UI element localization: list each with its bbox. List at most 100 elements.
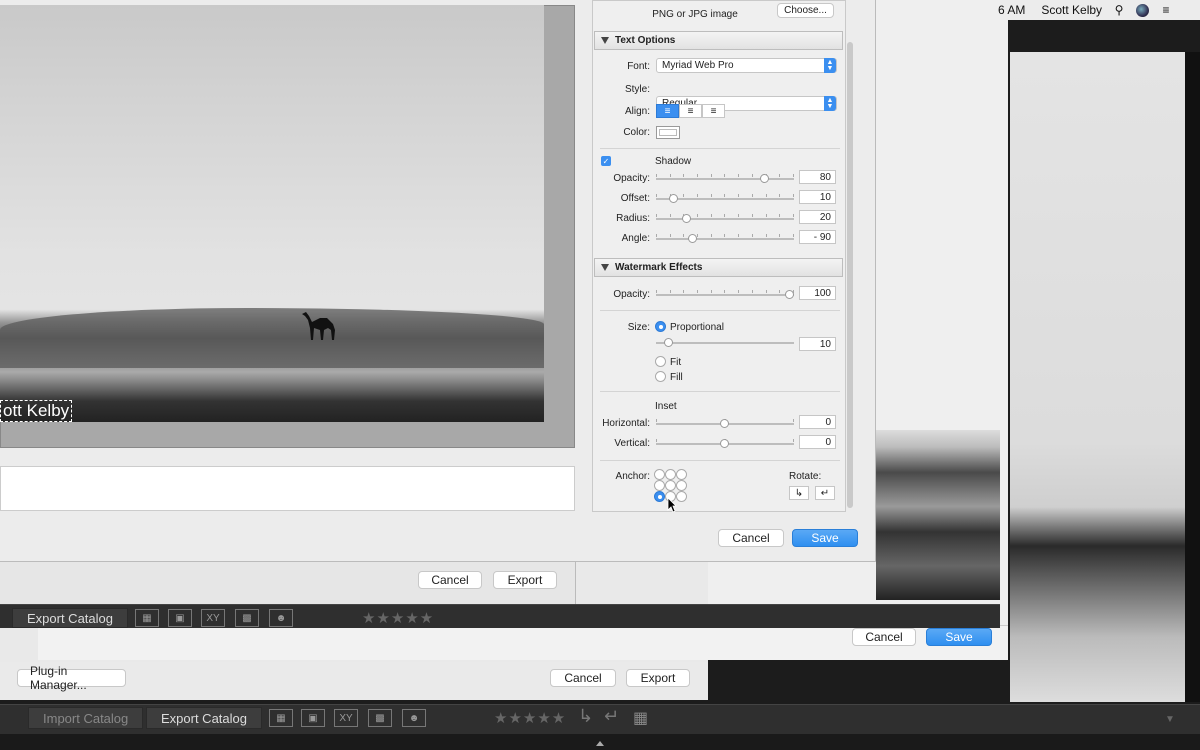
size-label: Size: [627, 322, 650, 333]
watermark-text-input[interactable] [0, 466, 575, 511]
align-right-button[interactable]: ≡ [702, 104, 725, 118]
shadow-radius-value[interactable]: 20 [799, 210, 836, 224]
anchor-top-left[interactable] [654, 469, 665, 480]
divider [600, 148, 840, 149]
vertical-inset-slider[interactable] [656, 439, 794, 448]
horizontal-inset-slider[interactable] [656, 419, 794, 428]
divider [600, 310, 840, 311]
shadow-offset-slider[interactable] [656, 194, 794, 203]
camel-silhouette [302, 312, 335, 340]
list-icon[interactable]: ≡ [1159, 3, 1173, 17]
background-photo [1010, 52, 1185, 702]
effects-opacity-value[interactable]: 100 [799, 286, 836, 300]
horizontal-inset-value[interactable]: 0 [799, 415, 836, 429]
crop-icon[interactable]: ▦ [633, 708, 648, 728]
shadow-opacity-value[interactable]: 80 [799, 170, 836, 184]
panel-scrollbar[interactable] [847, 42, 853, 508]
inner-export-catalog-button[interactable]: Export Catalog [12, 608, 128, 628]
text-options-header[interactable]: Text Options [594, 31, 843, 50]
font-value: Myriad Web Pro [662, 60, 734, 71]
anchor-middle-left[interactable] [654, 480, 665, 491]
rotate-clockwise-button[interactable]: ↵ [815, 486, 835, 500]
shadow-opacity-slider[interactable] [656, 174, 794, 183]
people-view-icon[interactable]: ☻ [402, 709, 426, 727]
rotate-right-icon[interactable]: ↵ [604, 706, 619, 727]
text-color-swatch[interactable] [656, 126, 680, 139]
text-options-title: Text Options [615, 35, 676, 46]
rotate-counterclockwise-button[interactable]: ↳ [789, 486, 809, 500]
shadow-label: Shadow [655, 156, 692, 167]
import-catalog-button[interactable]: Import Catalog [28, 707, 144, 729]
shadow-offset-label: Offset: [620, 193, 650, 204]
shadow-radius-label: Radius: [616, 213, 650, 224]
filmstrip-menu-icon[interactable]: ▼ [1165, 714, 1175, 725]
image-hint: PNG or JPG image [652, 9, 738, 20]
dialog-cancel-button[interactable]: Cancel [718, 529, 784, 547]
watermark-effects-title: Watermark Effects [615, 262, 703, 273]
size-fill-radio[interactable] [655, 371, 666, 382]
align-left-button[interactable]: ≡ [656, 104, 679, 118]
mid-save-button[interactable]: Save [926, 628, 992, 646]
plugin-manager-button[interactable]: Plug-in Manager... [17, 664, 126, 692]
style-label: Style: [624, 84, 650, 95]
compare-view-icon[interactable]: XY [334, 709, 358, 727]
size-fit-radio[interactable] [655, 356, 666, 367]
inner-grid-view-icon[interactable]: ▦ [135, 609, 159, 627]
watermark-text-preview[interactable]: ott Kelby [0, 400, 73, 422]
plugin-cancel-button[interactable]: Cancel [550, 669, 616, 687]
background-edge [1185, 52, 1200, 702]
shadow-offset-value[interactable]: 10 [799, 190, 836, 204]
search-icon[interactable]: ⚲ [1112, 3, 1126, 17]
shadow-radius-slider[interactable] [656, 214, 794, 223]
vertical-label: Vertical: [614, 438, 650, 449]
inner-loupe-view-icon[interactable]: ▣ [168, 609, 192, 627]
proportional-size-slider[interactable] [656, 338, 794, 347]
dune-shape [0, 308, 544, 368]
size-proportional-radio[interactable] [655, 321, 666, 332]
choose-image-button[interactable]: Choose... [777, 3, 834, 18]
inner-people-view-icon[interactable]: ☻ [269, 609, 293, 627]
export-catalog-button[interactable]: Export Catalog [146, 707, 262, 729]
inner-survey-view-icon[interactable]: ▩ [235, 609, 259, 627]
anchor-top-center[interactable] [665, 469, 676, 480]
disclosure-triangle-icon [601, 37, 609, 44]
shadow-checkbox[interactable]: ✓ [601, 156, 611, 166]
export-button[interactable]: Export [493, 571, 557, 589]
align-center-button[interactable]: ≡ [679, 104, 702, 118]
rotate-left-icon[interactable]: ↳ [578, 706, 593, 727]
inner-rating-stars[interactable]: ★★★★★ [362, 609, 434, 627]
anchor-middle-right[interactable] [676, 480, 687, 491]
plugin-export-button[interactable]: Export [626, 669, 690, 687]
inner-compare-view-icon[interactable]: XY [201, 609, 225, 627]
vertical-inset-value[interactable]: 0 [799, 435, 836, 449]
proportional-size-value[interactable]: 10 [799, 337, 836, 351]
horizontal-label: Horizontal: [602, 418, 650, 429]
effects-opacity-slider[interactable] [656, 290, 794, 299]
survey-view-icon[interactable]: ▩ [368, 709, 392, 727]
loupe-view-icon[interactable]: ▣ [301, 709, 325, 727]
anchor-bottom-right[interactable] [676, 491, 687, 502]
font-select[interactable]: Myriad Web Pro ▲ ▼ [656, 58, 837, 73]
mouse-cursor-icon [667, 497, 677, 513]
user-name[interactable]: Scott Kelby [1041, 3, 1102, 17]
fill-label: Fill [670, 372, 683, 383]
clock[interactable]: 6 AM [998, 3, 1025, 17]
anchor-bottom-left[interactable] [654, 491, 665, 502]
export-cancel-button[interactable]: Cancel [418, 571, 482, 589]
select-arrows-icon: ▲ ▼ [824, 58, 836, 73]
rating-stars[interactable]: ★★★★★ [494, 709, 566, 727]
shadow-angle-slider[interactable] [656, 234, 794, 243]
watermark-effects-header[interactable]: Watermark Effects [594, 258, 843, 277]
grid-view-icon[interactable]: ▦ [269, 709, 293, 727]
siri-icon[interactable] [1136, 3, 1150, 17]
anchor-center[interactable] [665, 480, 676, 491]
anchor-label: Anchor: [615, 471, 650, 482]
mid-cancel-button[interactable]: Cancel [852, 628, 916, 646]
inset-label: Inset [655, 401, 677, 412]
fit-label: Fit [670, 357, 682, 368]
dialog-save-button[interactable]: Save [792, 529, 858, 547]
shadow-angle-value[interactable]: - 90 [799, 230, 836, 244]
filmstrip-toggle-icon[interactable] [596, 741, 604, 746]
background-photo-strip [876, 430, 1000, 600]
anchor-top-right[interactable] [676, 469, 687, 480]
